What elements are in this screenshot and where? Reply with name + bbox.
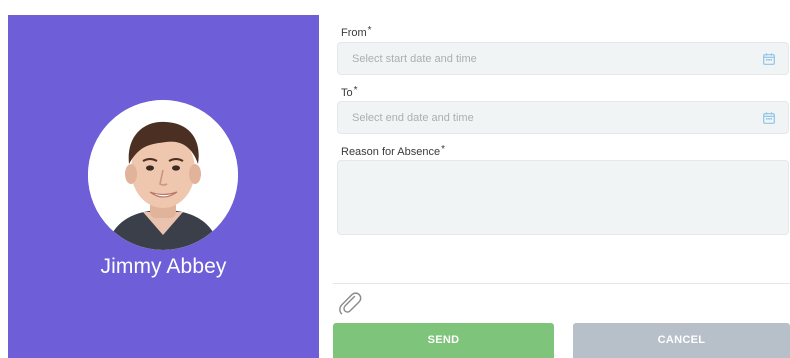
to-label: To* [341,85,358,99]
to-label-text: To [341,87,353,99]
reason-label: Reason for Absence* [341,144,445,158]
profile-panel: Jimmy Abbey [8,15,319,358]
send-button[interactable]: SEND [333,323,554,358]
from-date-input[interactable] [338,43,752,74]
calendar-icon[interactable] [763,53,775,65]
from-required-mark: * [367,25,372,36]
to-date-field[interactable] [337,101,789,134]
divider [333,283,790,284]
reason-textarea[interactable] [337,160,789,235]
from-date-field[interactable] [337,42,789,75]
paperclip-icon[interactable] [337,290,363,316]
avatar [88,100,238,250]
cancel-button[interactable]: CANCEL [573,323,790,358]
profile-name: Jimmy Abbey [100,255,227,278]
calendar-icon[interactable] [763,112,775,124]
reason-required-mark: * [441,144,445,155]
absence-request-page: Jimmy Abbey From* To* [0,0,790,358]
profile-photo [88,100,238,250]
to-required-mark: * [353,85,358,96]
reason-label-text: Reason for Absence [341,146,441,158]
from-label-text: From [341,27,367,39]
to-date-input[interactable] [338,102,752,133]
from-label: From* [341,25,372,39]
